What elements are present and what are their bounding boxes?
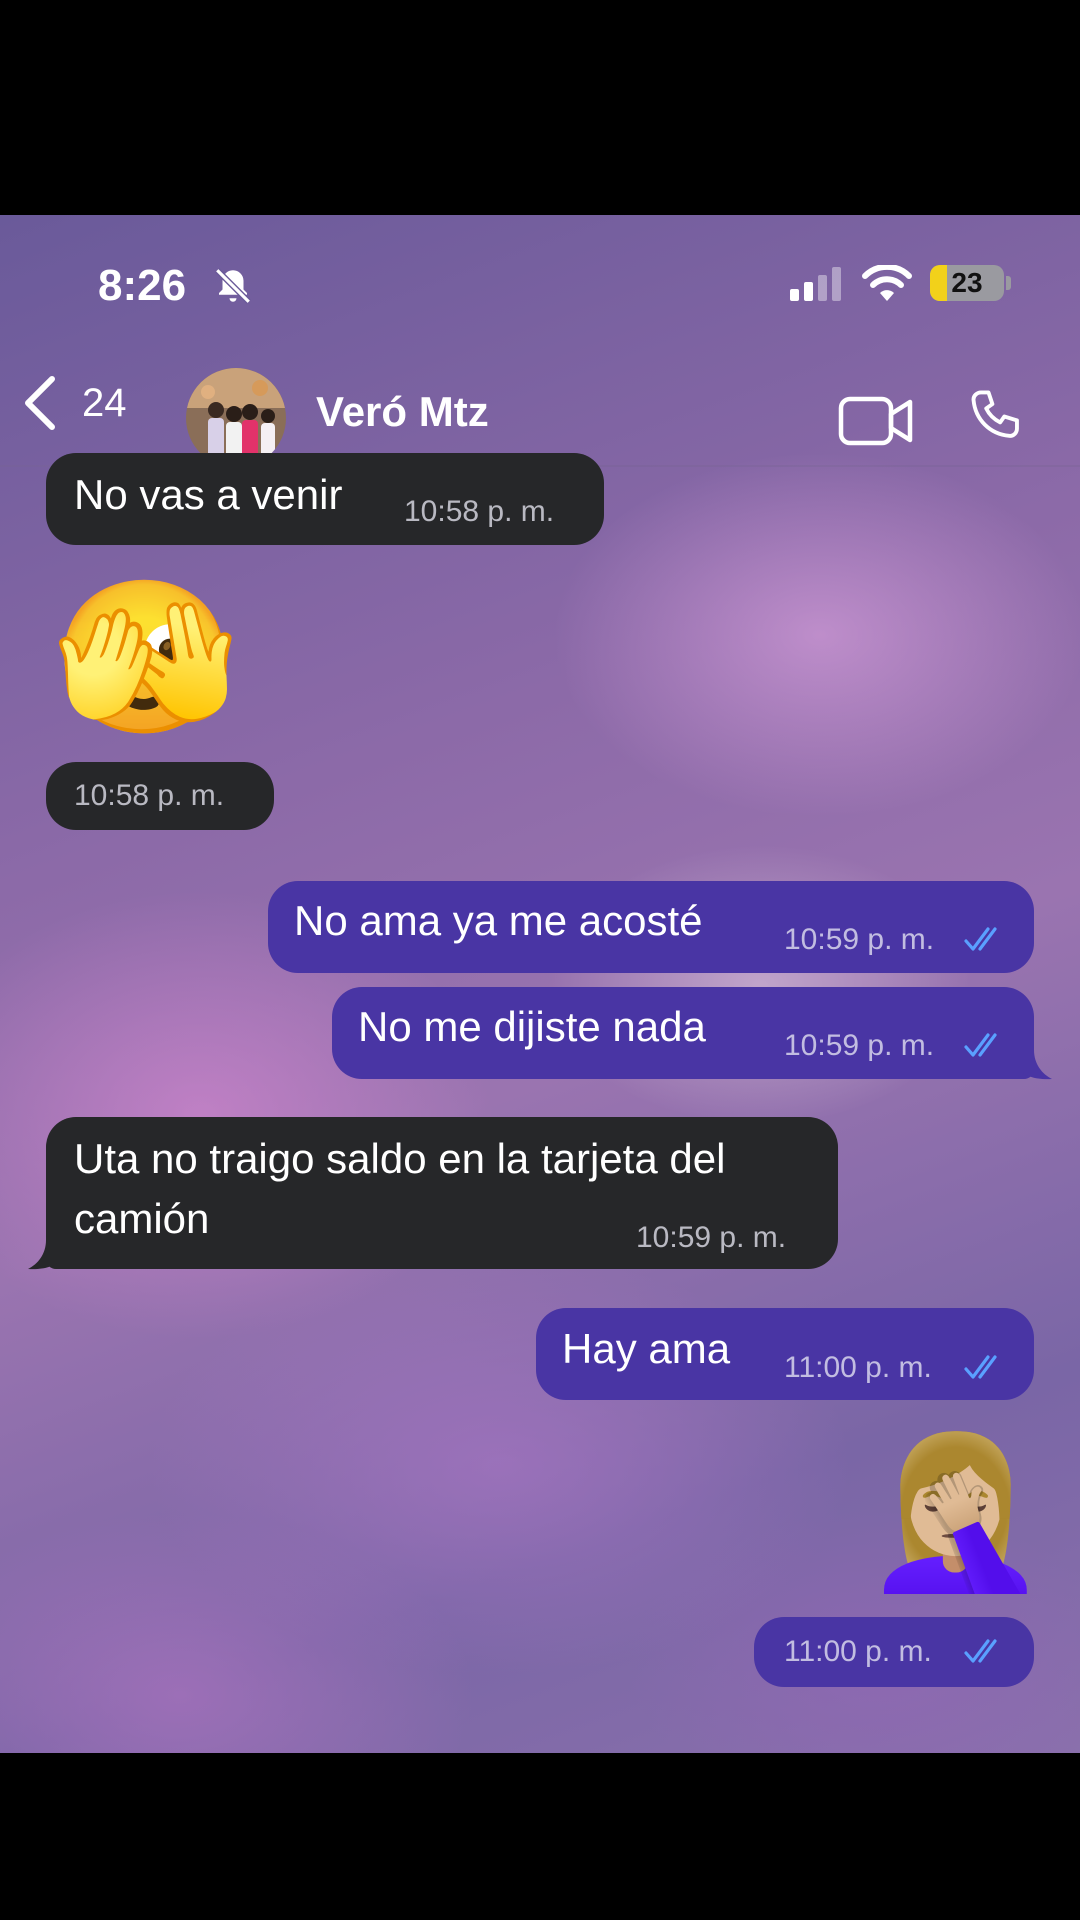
status-bar: 8:26 23 [0,215,1080,350]
message-time: 10:58 p. m. [404,495,555,528]
message-list[interactable]: No vas a venir 10:58 p. m. 🫣 10:58 p. m.… [0,453,1080,1753]
read-checkmarks-icon [964,927,997,951]
emoji-face-peeking[interactable]: 🫣 [52,583,239,733]
back-button[interactable]: 24 [20,368,127,438]
battery-icon: 23 [930,265,1004,301]
video-camera-icon[interactable] [838,394,914,448]
message-text-line-2: camión [74,1195,210,1242]
contact-name[interactable]: Veró Mtz [316,388,489,436]
bubble-tail [28,1240,58,1270]
bell-slash-icon [215,268,251,304]
unread-count: 24 [82,380,127,425]
message-time: 11:00 p. m. [784,1635,932,1668]
message-time: 10:59 p. m. [784,1029,935,1062]
read-checkmarks-icon [964,1639,997,1663]
status-time: 8:26 [98,261,187,310]
read-checkmarks-icon [964,1355,997,1379]
read-checkmarks-icon [964,1033,997,1057]
bubble-tail [1022,1050,1052,1080]
message-time: 10:58 p. m. [74,779,225,812]
message-time: 11:00 p. m. [784,1351,932,1384]
battery-nub [1006,276,1011,290]
message-text: No ama ya me acosté [294,897,703,944]
cellular-signal-icon [790,267,841,301]
chat-header: 24 Veró Mtz [0,350,1080,468]
chat-screen: 8:26 23 24 Veró Mtz No vas a venir 10:58… [0,215,1080,1753]
message-text-line-1: Uta no traigo saldo en la tarjeta del [74,1135,726,1182]
message-time: 10:59 p. m. [784,923,935,956]
phone-icon[interactable] [964,386,1026,448]
message-text: No me dijiste nada [358,1003,706,1050]
chevron-left-icon [25,376,55,430]
message-text: Hay ama [562,1325,731,1372]
message-text: No vas a venir [74,471,343,518]
message-time: 10:59 p. m. [636,1221,787,1254]
emoji-woman-facepalming[interactable]: 🤦🏼‍♀️ [862,1437,1049,1587]
wifi-icon [862,265,912,301]
battery-level: 23 [951,267,983,298]
